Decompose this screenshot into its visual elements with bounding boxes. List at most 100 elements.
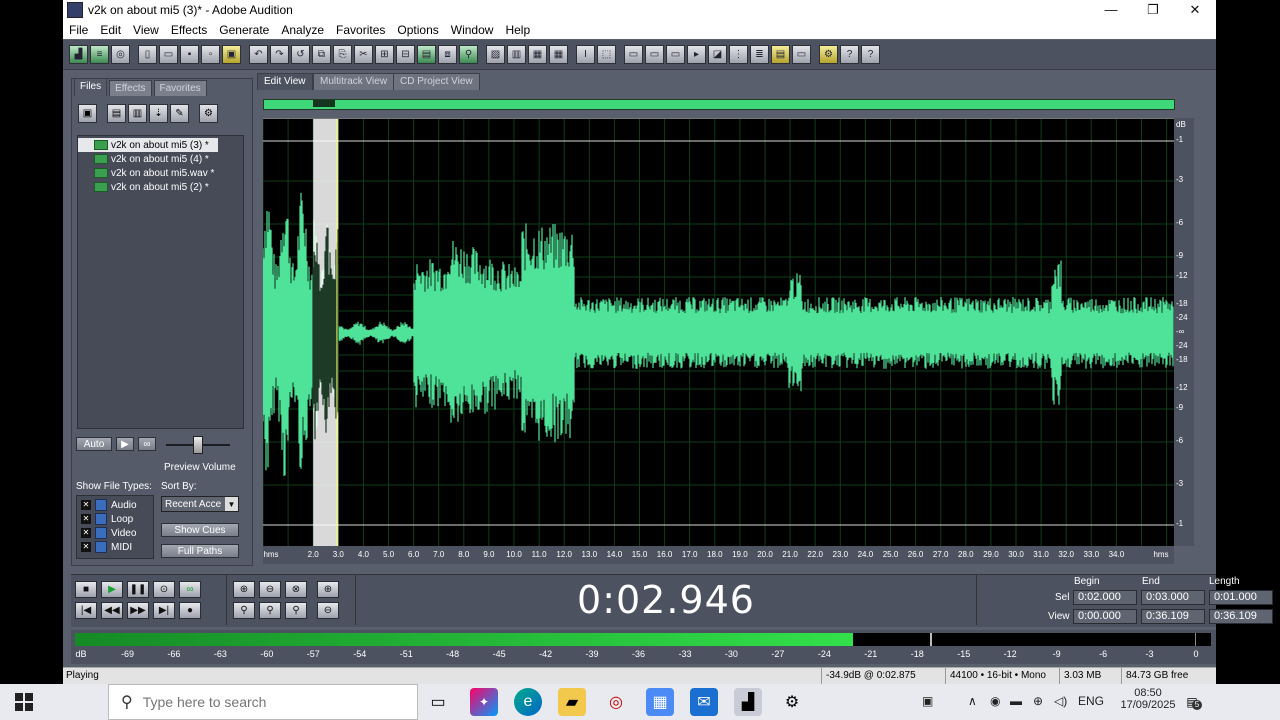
- find-icon[interactable]: ⚲: [459, 45, 478, 64]
- save-icon[interactable]: ▪: [180, 45, 199, 64]
- rewind-button[interactable]: ◀◀: [101, 602, 123, 619]
- sel-begin-field[interactable]: 0:02.000: [1073, 590, 1137, 605]
- battery-icon[interactable]: ▬: [1010, 694, 1022, 708]
- sel-length-field[interactable]: 0:01.000: [1209, 590, 1273, 605]
- view-begin-field[interactable]: 0:00.000: [1073, 609, 1137, 624]
- zoom-out-vertical-icon[interactable]: ⊖: [317, 602, 339, 619]
- multitrack-view-icon[interactable]: ≡: [90, 45, 109, 64]
- copilot-icon[interactable]: ✦: [470, 688, 498, 716]
- time-ruler[interactable]: hms 2.0 3.0 4.0 5.0 6.0 7.0 8.0 9.0 10.0 11.0 12.0 1…: [263, 546, 1174, 564]
- import-icon[interactable]: ▤: [107, 104, 126, 123]
- pause-button[interactable]: ❚❚: [127, 581, 149, 598]
- sel-end-field[interactable]: 0:03.000: [1141, 590, 1205, 605]
- taskbar-search[interactable]: ⚲: [108, 684, 418, 720]
- volume-icon[interactable]: ◁): [1054, 694, 1067, 708]
- paste-new-icon[interactable]: ⊟: [396, 45, 415, 64]
- zoom-left-icon[interactable]: ⚲: [233, 602, 255, 619]
- sort-by-select[interactable]: Recent Acce ▼: [161, 496, 239, 512]
- save-all-icon[interactable]: ▫: [201, 45, 220, 64]
- undo-icon[interactable]: ↶: [249, 45, 268, 64]
- display-icon-8[interactable]: ▤: [771, 45, 790, 64]
- clock[interactable]: 08:50 17/09/2025: [1118, 687, 1178, 711]
- notifications-tray-icon[interactable]: ▣: [922, 694, 933, 708]
- menu-help[interactable]: Help: [499, 23, 536, 37]
- filetype-video[interactable]: ✕ Video: [81, 526, 153, 540]
- go-to-end-button[interactable]: ▶|: [153, 602, 175, 619]
- help-icon[interactable]: ?: [861, 45, 880, 64]
- display-icon-5[interactable]: ◪: [708, 45, 727, 64]
- time-selection-icon[interactable]: I: [576, 45, 595, 64]
- webcam-icon[interactable]: ◉: [990, 694, 1000, 708]
- new-file-icon[interactable]: ▯: [138, 45, 157, 64]
- edge-icon[interactable]: e: [514, 688, 542, 716]
- view-end-field[interactable]: 0:36.109: [1141, 609, 1205, 624]
- grid2-icon[interactable]: ▦: [549, 45, 568, 64]
- menu-analyze[interactable]: Analyze: [275, 23, 330, 37]
- menu-edit[interactable]: Edit: [94, 23, 127, 37]
- marquee-icon[interactable]: ⬚: [597, 45, 616, 64]
- preview-volume-slider[interactable]: [193, 436, 203, 454]
- open-file-icon[interactable]: ▭: [159, 45, 178, 64]
- search-input[interactable]: [140, 693, 395, 711]
- waveform-display[interactable]: [263, 118, 1174, 547]
- display-icon-7[interactable]: ≣: [750, 45, 769, 64]
- frequency-icon[interactable]: ▥: [507, 45, 526, 64]
- trim-icon[interactable]: ⧈: [438, 45, 457, 64]
- options-icon[interactable]: ⚙: [199, 104, 218, 123]
- waveform-overview-bar[interactable]: [263, 99, 1175, 110]
- close-file-icon[interactable]: ▥: [128, 104, 147, 123]
- menu-file[interactable]: File: [63, 23, 94, 37]
- zoom-full-icon[interactable]: ⊗: [285, 581, 307, 598]
- display-icon-1[interactable]: ▭: [624, 45, 643, 64]
- cut-icon[interactable]: ✂: [354, 45, 373, 64]
- fast-forward-button[interactable]: ▶▶: [127, 602, 149, 619]
- display-icon-3[interactable]: ▭: [666, 45, 685, 64]
- menu-favorites[interactable]: Favorites: [330, 23, 391, 37]
- tab-favorites[interactable]: Favorites: [153, 80, 207, 96]
- filetype-loop[interactable]: ✕ Loop: [81, 512, 153, 526]
- zoom-in-horizontal-icon[interactable]: ⊕: [233, 581, 255, 598]
- play-button[interactable]: ▶: [101, 581, 123, 598]
- settings-gear-icon[interactable]: ⚙: [778, 688, 806, 716]
- cd-view-icon[interactable]: ◎: [111, 45, 130, 64]
- grid-icon[interactable]: ▦: [528, 45, 547, 64]
- edit-view-icon[interactable]: ▟: [69, 45, 88, 64]
- repeat-icon[interactable]: ↺: [291, 45, 310, 64]
- store-icon[interactable]: ▦: [646, 688, 674, 716]
- copy-icon[interactable]: ⧉: [312, 45, 331, 64]
- language-indicator[interactable]: ENG: [1078, 694, 1104, 708]
- zoom-right-icon[interactable]: ⚲: [259, 602, 281, 619]
- list-item[interactable]: v2k on about mi5 (2) *: [78, 180, 243, 194]
- task-view-icon[interactable]: ▭: [424, 688, 452, 716]
- zoom-out-horizontal-icon[interactable]: ⊖: [259, 581, 281, 598]
- menu-generate[interactable]: Generate: [213, 23, 275, 37]
- go-to-start-button[interactable]: |◀: [75, 602, 97, 619]
- mix-paste-icon[interactable]: ▤: [417, 45, 436, 64]
- display-icon-9[interactable]: ▭: [792, 45, 811, 64]
- file-explorer-icon[interactable]: ▰: [558, 688, 586, 716]
- preview-loop-button[interactable]: ∞: [138, 437, 156, 451]
- display-icon-4[interactable]: ▸: [687, 45, 706, 64]
- start-button[interactable]: [0, 684, 48, 720]
- tab-files[interactable]: Files: [74, 78, 108, 96]
- show-cues-button[interactable]: Show Cues: [161, 523, 239, 537]
- maximize-button[interactable]: ❐: [1132, 2, 1174, 18]
- filetype-audio[interactable]: ✕ Audio: [81, 498, 153, 512]
- tab-cd-project-view[interactable]: CD Project View: [393, 73, 480, 90]
- loop-button[interactable]: ∞: [179, 581, 201, 598]
- menu-view[interactable]: View: [127, 23, 165, 37]
- spectral-icon[interactable]: ▨: [486, 45, 505, 64]
- settings-icon[interactable]: ⚙: [819, 45, 838, 64]
- tab-multitrack-view[interactable]: Multitrack View: [313, 73, 395, 90]
- list-item[interactable]: v2k on about mi5.wav *: [78, 166, 243, 180]
- list-item[interactable]: v2k on about mi5 (4) *: [78, 152, 243, 166]
- auto-play-button[interactable]: Auto: [76, 437, 112, 451]
- zoom-in-vertical-icon[interactable]: ⊕: [317, 581, 339, 598]
- redo-icon[interactable]: ↷: [270, 45, 289, 64]
- list-item[interactable]: v2k on about mi5 (3) *: [78, 138, 218, 152]
- menu-options[interactable]: Options: [391, 23, 444, 37]
- tab-edit-view[interactable]: Edit View: [257, 73, 313, 90]
- notification-center-icon[interactable]: ▤5: [1182, 692, 1202, 712]
- copy-new-icon[interactable]: ⎘: [333, 45, 352, 64]
- preview-play-button[interactable]: ▶: [116, 437, 134, 451]
